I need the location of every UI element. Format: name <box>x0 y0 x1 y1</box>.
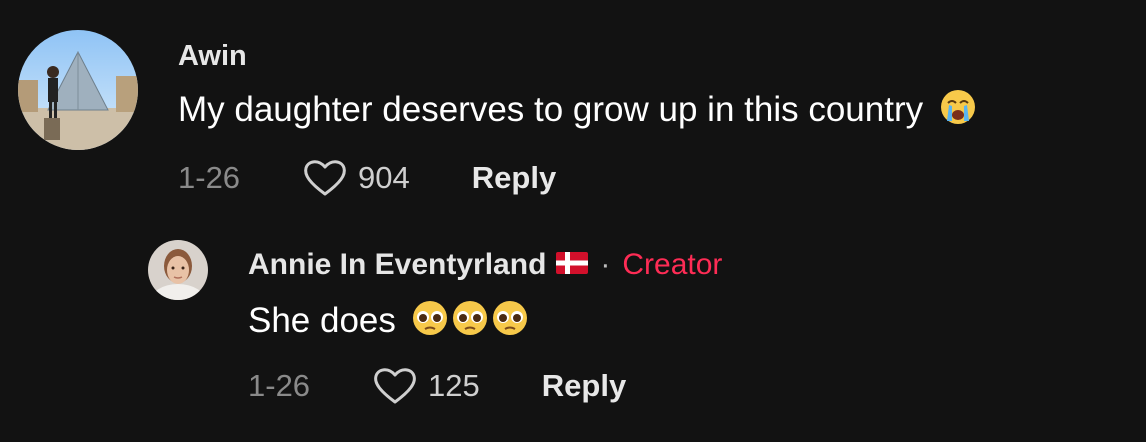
reply-meta: 1-26 125 Reply <box>248 366 626 406</box>
avatar-photo-image <box>148 240 208 300</box>
reply-like-count: 125 <box>428 368 480 403</box>
denmark-flag-emoji <box>556 248 589 282</box>
avatar-photo-image <box>18 30 138 150</box>
commenter-avatar[interactable] <box>18 30 138 150</box>
separator-dot: · <box>600 248 611 281</box>
creator-avatar[interactable] <box>148 240 208 300</box>
comment-reply-button[interactable]: Reply <box>472 160 556 196</box>
comment-username[interactable]: Awin <box>178 40 247 73</box>
reply-reply-button[interactable]: Reply <box>542 368 626 404</box>
creator-badge: Creator <box>622 248 723 281</box>
reply-header: Annie In Eventyrland · Creator <box>248 248 722 282</box>
reply-date: 1-26 <box>248 368 311 403</box>
reply-text-content: She does <box>248 300 396 340</box>
comment-meta: 1-26 904 Reply <box>178 158 556 198</box>
comment-like-button[interactable]: 904 <box>302 158 410 198</box>
comment-text: My daughter deserves to grow up in this … <box>178 88 977 135</box>
loudly-crying-face-emoji <box>939 88 977 135</box>
comment-text-content: My daughter deserves to grow up in this … <box>178 89 924 129</box>
comment-date: 1-26 <box>178 160 241 195</box>
reply-like-button[interactable]: 125 <box>372 366 480 406</box>
heart-icon <box>374 368 416 404</box>
comment-like-count: 904 <box>358 160 410 195</box>
heart-icon <box>304 160 346 196</box>
pleading-face-emoji <box>410 298 530 347</box>
reply-text: She does <box>248 298 530 347</box>
reply-username[interactable]: Annie In Eventyrland <box>248 248 546 282</box>
